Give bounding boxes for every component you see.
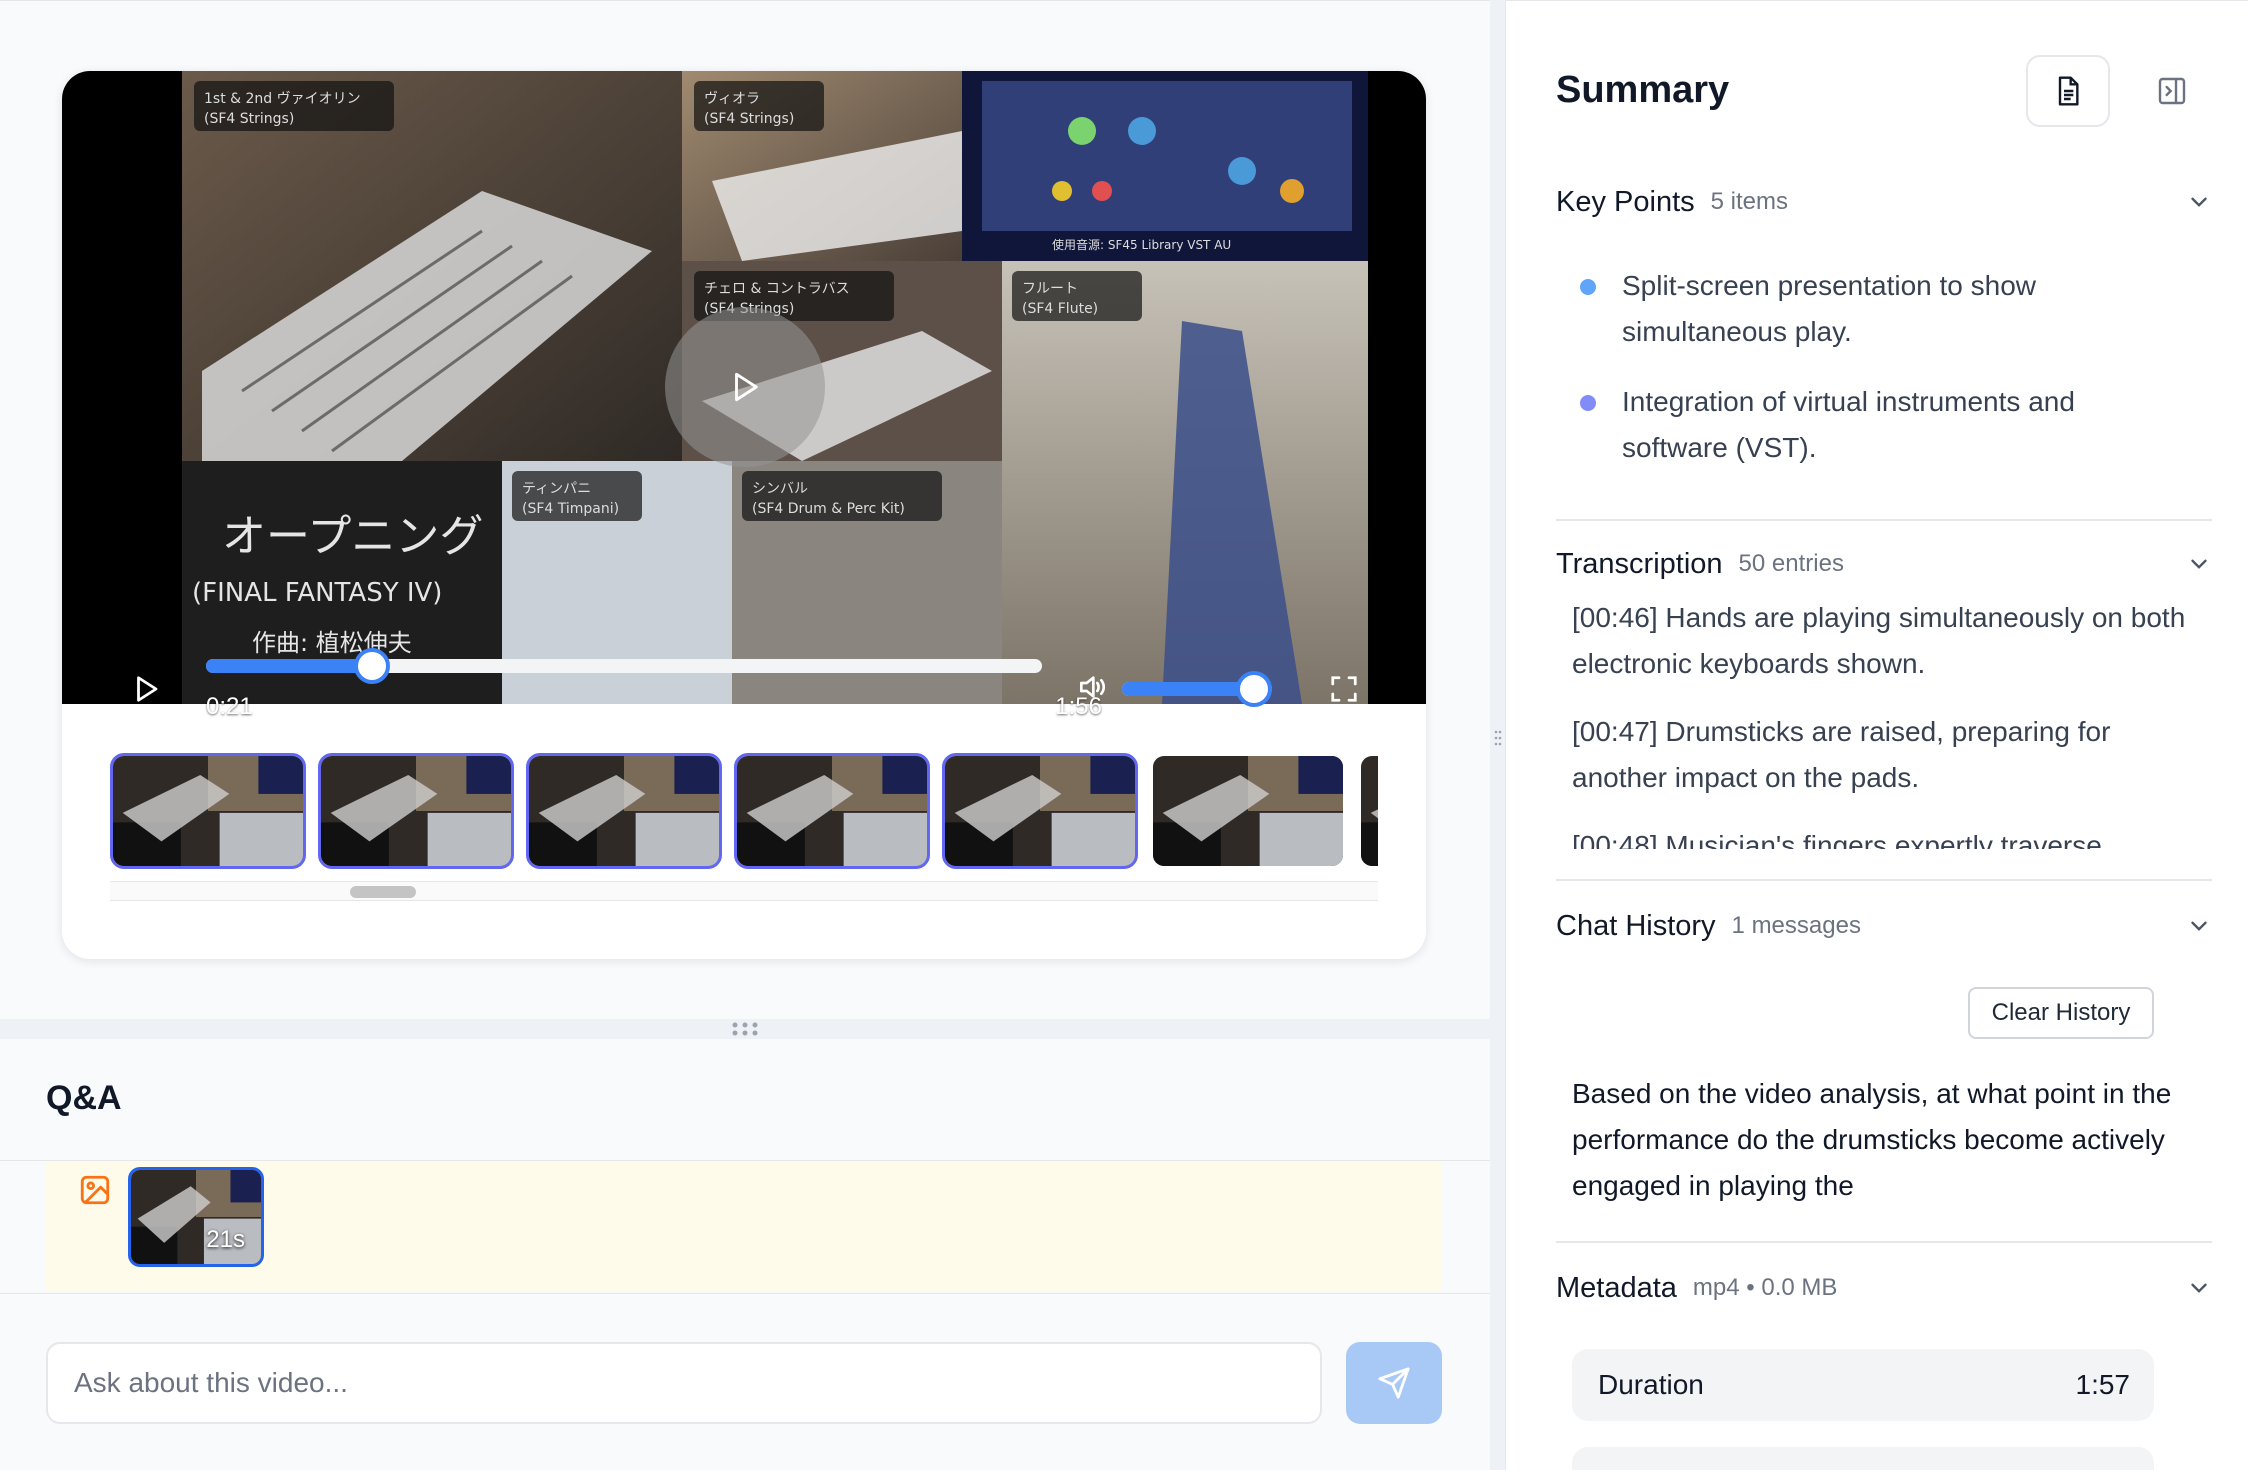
transcript-entry[interactable]: [00:47] Drumsticks are raised, preparing… <box>1572 709 2192 801</box>
document-button[interactable] <box>2026 55 2110 127</box>
video-label-violins: 1st & 2nd ヴァイオリン <box>204 90 361 107</box>
video-label-cello: チェロ & コントラバス <box>704 281 850 297</box>
chevron-down-icon <box>2191 921 2207 931</box>
big-play-button[interactable] <box>665 307 825 467</box>
attached-frame-thumbnail[interactable]: 21s <box>128 1167 264 1267</box>
key-point-item: Split-screen presentation to show simult… <box>1572 263 2172 355</box>
section-divider <box>1556 519 2212 521</box>
qa-attached-frame: 21s <box>46 1161 1442 1291</box>
video-composer: 作曲: 植松伸夫 <box>252 629 412 657</box>
video-title-sub: (FINAL FANTASY IV) <box>192 578 442 608</box>
video-label-library: 使用音源: SF45 Library VST AU <box>1052 237 1231 252</box>
frame-thumbnail[interactable] <box>318 753 514 869</box>
frame-thumbnail[interactable] <box>1358 753 1378 869</box>
metadata-value: 1:57 <box>2075 1369 2131 1400</box>
summary-panel: Summary Key Points 5 items Split-screen … <box>1506 0 2248 1470</box>
frame-thumbnail-strip[interactable] <box>110 753 1378 871</box>
chevron-down-icon <box>2191 1283 2207 1293</box>
video-label-flute: フルート <box>1022 281 1078 297</box>
metadata-row-duration: Duration 1:57 <box>1572 1349 2154 1421</box>
panel-collapse-icon <box>2158 77 2186 105</box>
frame-thumbnail[interactable] <box>526 753 722 869</box>
section-divider <box>1556 1241 2212 1243</box>
key-points-title: Key Points <box>1556 185 1695 218</box>
key-point-text: Split-screen presentation to show simult… <box>1622 270 2036 347</box>
attached-frame-time: 21s <box>206 1226 245 1253</box>
seek-handle[interactable] <box>353 648 390 684</box>
volume-fill <box>1122 682 1254 696</box>
thumbnail-scrollbar[interactable] <box>110 881 1378 901</box>
video-label-violins-sub: (SF4 Strings) <box>204 111 294 127</box>
volume-icon <box>1080 676 1106 698</box>
section-divider <box>1556 879 2212 881</box>
play-icon <box>735 372 758 402</box>
qa-header: Q&A <box>0 1039 1490 1161</box>
video-label-flute-sub: (SF4 Flute) <box>1022 301 1098 317</box>
video-player[interactable]: 1st & 2nd ヴァイオリン (SF4 Strings) ヴィオラ (SF4… <box>62 71 1426 720</box>
grip-icon <box>1494 730 1502 746</box>
key-point-text: Integration of virtual instruments and s… <box>1622 386 2075 463</box>
key-points-header[interactable]: Key Points 5 items <box>1556 177 2212 227</box>
transcription-title: Transcription <box>1556 547 1723 580</box>
current-time: 0:21 <box>206 693 253 720</box>
send-button[interactable] <box>1346 1342 1442 1424</box>
video-pane: 1st & 2nd ヴァイオリン (SF4 Strings) ヴィオラ (SF4… <box>0 0 1490 1470</box>
qa-input-bar <box>0 1293 1490 1470</box>
metadata-summary: mp4 • 0.0 MB <box>1692 1274 1838 1301</box>
metadata-row-next <box>1572 1447 2154 1470</box>
video-label-viola-sub: (SF4 Strings) <box>704 111 794 127</box>
video-label-cymbal: シンバル <box>752 481 808 497</box>
transcription-list[interactable]: [00:46] Hands are playing simultaneously… <box>1572 595 2192 849</box>
grip-icon <box>732 1022 758 1036</box>
key-points-count: 5 items <box>1710 188 1788 215</box>
collapse-panel-button[interactable] <box>2136 55 2208 127</box>
mute-button[interactable] <box>1072 667 1112 707</box>
frame-thumbnail[interactable] <box>110 753 306 869</box>
send-icon <box>1378 1367 1410 1399</box>
video-label-timpani: ティンパニ <box>522 481 591 497</box>
transcript-entry[interactable]: [00:46] Hands are playing simultaneously… <box>1572 595 2192 687</box>
chat-history-title: Chat History <box>1556 909 1716 942</box>
summary-title: Summary <box>1556 69 1730 111</box>
play-icon <box>137 676 158 702</box>
video-label-timpani-sub: (SF4 Timpani) <box>522 501 619 517</box>
chat-message: Based on the video analysis, at what poi… <box>1572 1078 2172 1201</box>
volume-handle[interactable] <box>1236 671 1272 707</box>
transcript-entry[interactable]: [00:48] Musician's fingers expertly trav… <box>1572 823 2192 849</box>
fullscreen-icon <box>1331 676 1357 702</box>
document-icon <box>2058 76 2079 106</box>
metadata-label: Duration <box>1598 1369 1704 1400</box>
chevron-down-icon <box>2191 197 2207 207</box>
bullet-dot <box>1580 279 1596 295</box>
bullet-dot <box>1580 395 1596 411</box>
video-label-viola: ヴィオラ <box>704 90 760 107</box>
clear-history-button[interactable]: Clear History <box>1968 987 2154 1039</box>
video-card: 1st & 2nd ヴァイオリン (SF4 Strings) ヴィオラ (SF4… <box>62 71 1426 959</box>
frame-thumbnail[interactable] <box>942 753 1138 869</box>
question-input[interactable] <box>46 1342 1322 1424</box>
chevron-down-icon <box>2191 559 2207 569</box>
pane-resize-divider[interactable] <box>1490 0 1506 1470</box>
transcription-header[interactable]: Transcription 50 entries <box>1556 539 2212 589</box>
chat-history-header[interactable]: Chat History 1 messages <box>1556 901 2212 951</box>
seek-progress-fill <box>206 659 372 673</box>
vertical-resize-handle[interactable] <box>0 1019 1490 1039</box>
thumbnail-scrollbar-handle[interactable] <box>350 886 416 898</box>
metadata-title: Metadata <box>1556 1271 1677 1304</box>
video-label-cymbal-sub: (SF4 Drum & Perc Kit) <box>752 501 905 517</box>
key-point-item: Integration of virtual instruments and s… <box>1572 379 2172 471</box>
fullscreen-button[interactable] <box>1324 669 1364 709</box>
chat-history-count: 1 messages <box>1731 912 1861 939</box>
frame-thumbnail[interactable] <box>1150 753 1346 869</box>
play-button[interactable] <box>126 669 166 709</box>
volume-slider[interactable] <box>1122 671 1272 707</box>
transcription-count: 50 entries <box>1738 550 1844 577</box>
image-icon <box>80 1175 110 1205</box>
metadata-header[interactable]: Metadata mp4 • 0.0 MB <box>1556 1263 2212 1313</box>
seek-slider[interactable] <box>206 648 1042 684</box>
qa-title: Q&A <box>46 1079 122 1117</box>
video-title-jp: オープニング <box>222 511 483 562</box>
frame-thumbnail[interactable] <box>734 753 930 869</box>
